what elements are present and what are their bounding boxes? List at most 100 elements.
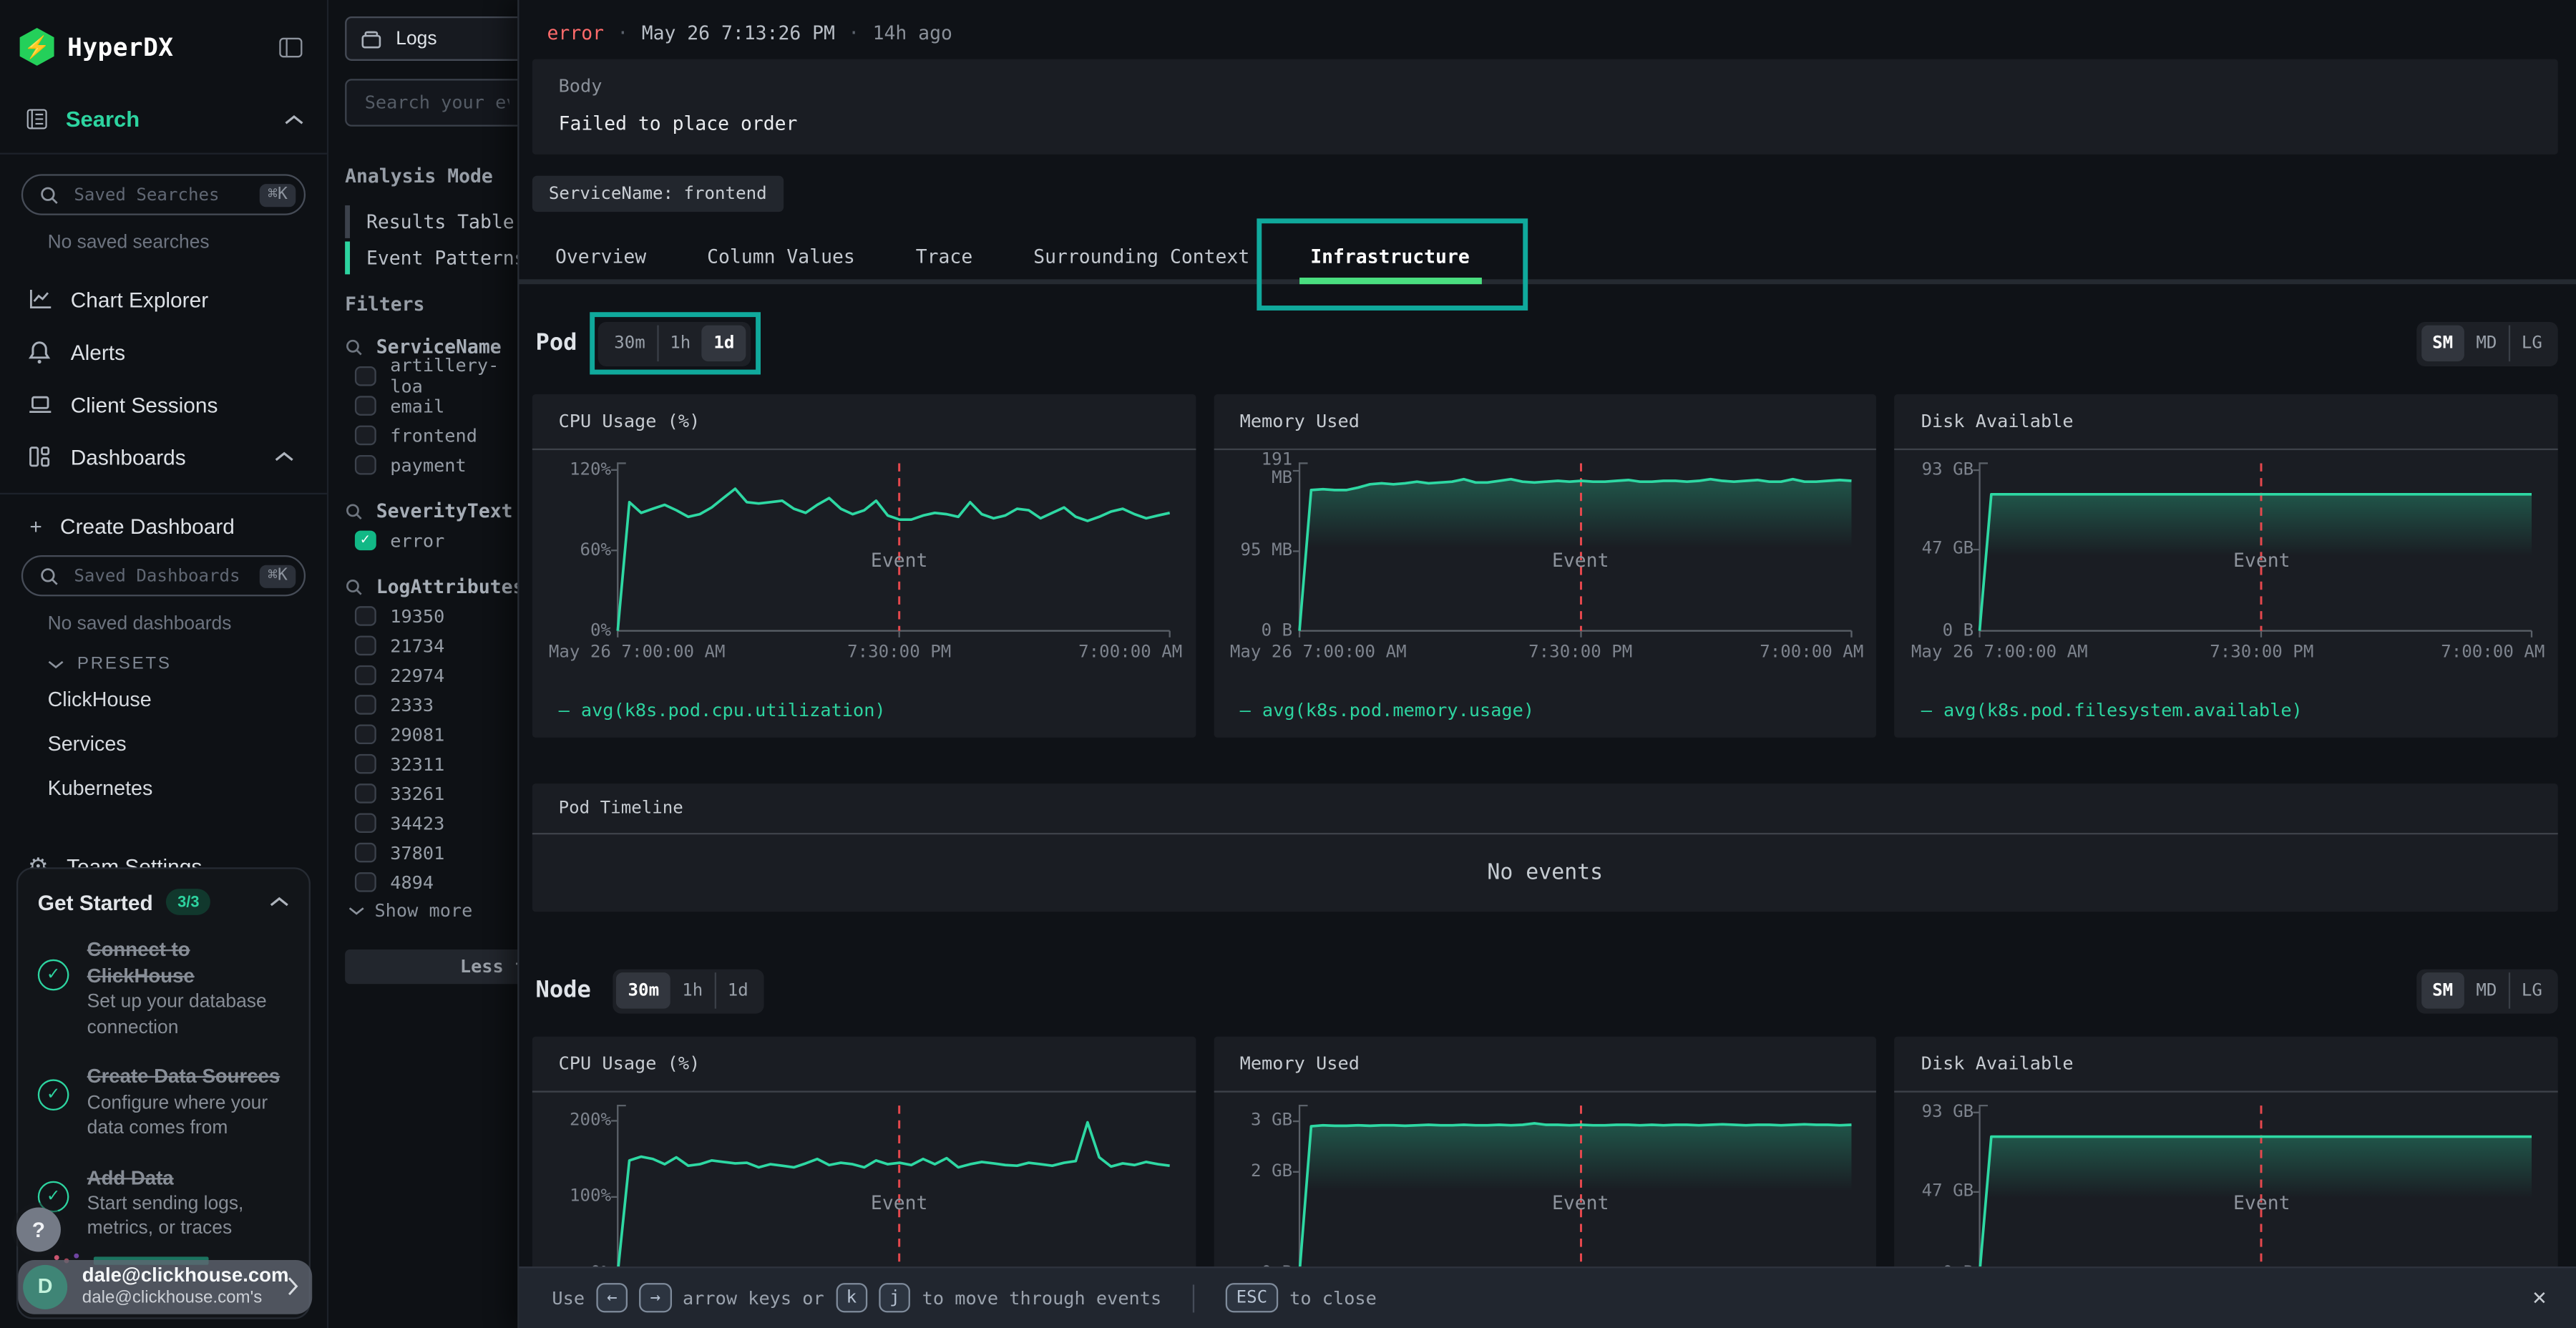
range-1d-button[interactable]: 1d — [714, 972, 759, 1009]
filter-option[interactable]: 22974 — [355, 662, 444, 688]
tab-column-values[interactable]: Column Values — [707, 235, 855, 279]
saved-searches-input[interactable] — [71, 183, 248, 206]
y-axis-tick: 2 GB — [1226, 1163, 1292, 1181]
mode-results-table[interactable]: Results Table — [345, 205, 526, 238]
sidebar-preset-kubernetes[interactable]: Kubernetes — [21, 766, 306, 810]
y-axis-tick: 3 GB — [1226, 1112, 1292, 1130]
plus-icon: + — [29, 514, 42, 539]
size-sm-button[interactable]: SM — [2421, 326, 2464, 362]
nav-label: Alerts — [71, 339, 125, 363]
checkbox[interactable] — [355, 425, 376, 446]
size-md-button[interactable]: MD — [2464, 326, 2508, 362]
checkbox[interactable] — [355, 606, 376, 627]
x-axis-tick: 7:30:00 PM — [1528, 643, 1632, 663]
sidebar-preset-services[interactable]: Services — [21, 721, 306, 766]
step-title: Create Data Sources — [87, 1063, 289, 1090]
app-title: HyperDX — [67, 32, 173, 62]
create-dashboard-button[interactable]: + Create Dashboard — [21, 494, 306, 555]
no-saved-dashboards-text: No saved dashboards — [21, 596, 306, 634]
size-sm-button[interactable]: SM — [2421, 972, 2464, 1009]
sidebar-item-client-sessions[interactable]: Client Sessions — [21, 378, 306, 430]
service-name-chip[interactable]: ServiceName: frontend — [532, 176, 784, 213]
chevron-up-icon[interactable] — [270, 895, 290, 908]
filter-option[interactable]: 4894 — [355, 869, 434, 896]
size-lg-button[interactable]: LG — [2508, 972, 2553, 1009]
journal-icon — [24, 107, 49, 131]
filter-option[interactable]: email — [355, 393, 444, 419]
mode-label: Event Patterns — [366, 246, 526, 269]
mode-event-patterns[interactable]: Event Patterns — [345, 241, 526, 274]
range-1h-button[interactable]: 1h — [670, 972, 714, 1009]
checkbox[interactable] — [355, 454, 376, 475]
pod-timeline-empty-state: No events — [532, 834, 2558, 912]
checkbox[interactable] — [355, 842, 376, 863]
checkbox[interactable] — [355, 872, 376, 893]
tab-infrastructure[interactable]: Infrastructure — [1310, 235, 1470, 279]
range-30m-button[interactable]: 30m — [616, 972, 670, 1009]
node-section-header: Node 30m 1h 1d SM MD LG — [519, 966, 2576, 1015]
size-md-button[interactable]: MD — [2464, 972, 2508, 1009]
filter-option[interactable]: 29081 — [355, 721, 444, 748]
search-icon[interactable] — [345, 338, 363, 356]
filter-option-checked[interactable]: ✓error — [355, 527, 444, 554]
size-lg-button[interactable]: LG — [2508, 326, 2553, 362]
checkbox-checked[interactable]: ✓ — [355, 530, 376, 551]
sidebar-item-search[interactable]: Search — [0, 87, 327, 155]
sidebar-item-dashboards[interactable]: Dashboards — [21, 431, 306, 483]
close-icon[interactable]: ✕ — [2526, 1281, 2553, 1314]
event-search-input[interactable] — [361, 90, 512, 114]
sidebar-collapse-icon[interactable] — [278, 34, 304, 60]
sidebar-preset-clickhouse[interactable]: ClickHouse — [21, 677, 306, 721]
user-account-chip[interactable]: D dale@clickhouse.com dale@clickhouse.co… — [18, 1259, 312, 1314]
presets-section-header[interactable]: PRESETS — [21, 634, 306, 677]
checkbox[interactable] — [355, 783, 376, 804]
legend-label: avg(k8s.pod.cpu.utilization) — [581, 700, 886, 721]
filter-option[interactable]: 21734 — [355, 633, 444, 659]
saved-dashboards-input[interactable] — [71, 565, 248, 587]
sidebar-item-alerts[interactable]: Alerts — [21, 326, 306, 378]
event-marker-label: Event — [2233, 549, 2290, 572]
tab-overview[interactable]: Overview — [555, 235, 646, 279]
source-select[interactable]: Logs — [345, 16, 529, 61]
step-title: Connect to ClickHouse — [87, 937, 289, 990]
filter-option[interactable]: 32311 — [355, 751, 444, 777]
range-1d-button[interactable]: 1d — [702, 326, 746, 362]
tab-trace[interactable]: Trace — [916, 235, 972, 279]
severity-badge: error — [547, 21, 604, 44]
range-1h-button[interactable]: 1h — [657, 326, 702, 362]
get-started-card: Get Started 3/3 ✓ Connect to ClickHouse … — [16, 867, 311, 1318]
help-button[interactable]: ? — [16, 1206, 61, 1251]
chevron-up-icon[interactable] — [284, 112, 304, 125]
chart-title: CPU Usage (%) — [532, 394, 1196, 450]
range-30m-button[interactable]: 30m — [602, 326, 657, 362]
filter-option[interactable]: artillery-loa — [355, 363, 519, 389]
checkbox[interactable] — [355, 665, 376, 685]
event-tabs: Overview Column Values Trace Surrounding… — [519, 235, 2576, 284]
chevron-up-icon[interactable] — [274, 450, 301, 463]
sidebar-item-chart-explorer[interactable]: Chart Explorer — [21, 273, 306, 325]
checkbox[interactable] — [355, 813, 376, 834]
filter-option[interactable]: payment — [355, 451, 467, 478]
search-icon[interactable] — [345, 502, 363, 519]
search-icon[interactable] — [345, 577, 363, 595]
checkbox[interactable] — [355, 366, 376, 386]
checkbox[interactable] — [355, 695, 376, 716]
tab-surrounding-context[interactable]: Surrounding Context — [1033, 235, 1249, 279]
chart-title: Disk Available — [1895, 394, 2558, 450]
get-started-step[interactable]: ✓ Connect to ClickHouse Set up your data… — [38, 937, 289, 1043]
show-more-button[interactable]: Show more — [348, 900, 473, 922]
checkbox[interactable] — [355, 396, 376, 416]
filter-option[interactable]: 33261 — [355, 781, 444, 807]
filter-option[interactable]: 34423 — [355, 810, 444, 836]
check-circle-icon: ✓ — [38, 960, 69, 991]
filter-option[interactable]: 37801 — [355, 839, 444, 866]
checkbox[interactable] — [355, 635, 376, 656]
filter-option[interactable]: frontend — [355, 422, 477, 449]
filter-option[interactable]: 19350 — [355, 603, 444, 630]
get-started-step[interactable]: ✓ Create Data Sources Configure where yo… — [38, 1063, 289, 1143]
get-started-step[interactable]: ✓ Add Data Start sending logs, metrics, … — [38, 1164, 289, 1244]
filter-option[interactable]: 2333 — [355, 692, 434, 718]
checkbox[interactable] — [355, 724, 376, 745]
checkbox[interactable] — [355, 753, 376, 774]
y-axis-tick: 100% — [545, 1188, 611, 1206]
